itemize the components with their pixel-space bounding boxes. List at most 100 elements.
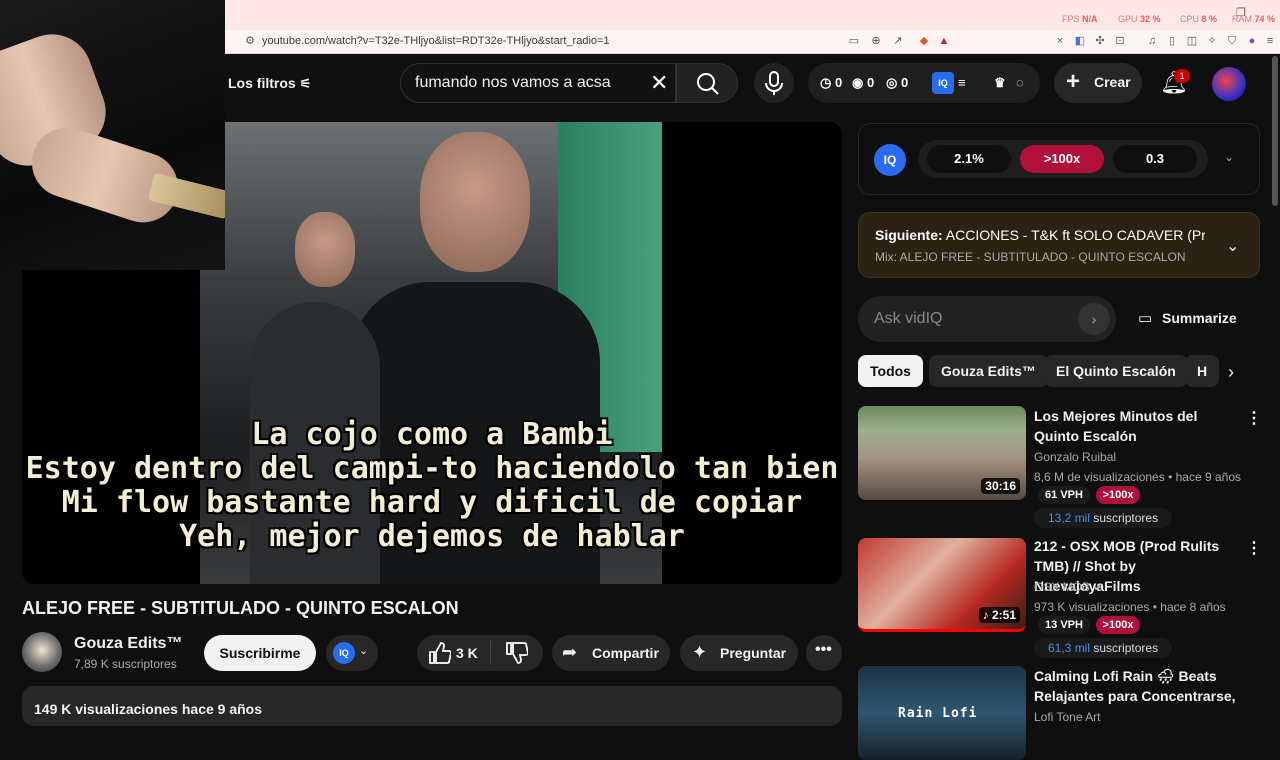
rec-views: 973 K visualizaciones [1034, 600, 1150, 614]
music-icon[interactable]: ♫ [1146, 35, 1158, 47]
window-restore-icon[interactable]: ❐ [1236, 6, 1246, 19]
perf-gpu-label: GPU [1118, 14, 1138, 24]
perf-ram-value: 74 % [1254, 14, 1276, 24]
site-info-icon[interactable]: ⚙ [244, 35, 256, 47]
rec-channel[interactable]: Gonzalo Ruibal [1034, 450, 1116, 464]
stat-views: ◉ 0 [852, 75, 874, 91]
singer-face [420, 132, 530, 272]
verified-icon: ✔ [1093, 582, 1103, 594]
chip-todos[interactable]: Todos [858, 355, 923, 387]
rec-stats: 8,6 M de visualizaciones • hace 9 años [1034, 470, 1241, 484]
thumbs-up-icon [429, 642, 452, 664]
page-scrollbar[interactable] [1272, 56, 1278, 206]
rec-subs-value: 13,2 mil [1048, 511, 1091, 525]
extension-close-icon[interactable]: × [1054, 35, 1066, 47]
perf-cpu-value: 8 % [1201, 14, 1218, 24]
clear-search-icon[interactable]: ✕ [650, 70, 668, 96]
filters-button[interactable]: Los filtros ⚟ [228, 75, 311, 92]
channel-name[interactable]: Gouza Edits™ [74, 635, 182, 653]
rec-views: 8,6 M de visualizaciones [1034, 470, 1165, 484]
rec-thumbnail[interactable]: 30:16 [858, 406, 1026, 500]
channel-avatar[interactable] [22, 632, 62, 672]
screenshot-icon[interactable]: ⊡ [1114, 35, 1126, 47]
duration-badge: 30:16 [981, 478, 1020, 494]
chip-h[interactable]: H [1185, 355, 1219, 387]
next-up-card[interactable] [858, 212, 1260, 278]
chip-gouza[interactable]: Gouza Edits™ [929, 355, 1048, 387]
summarize-button[interactable]: Summarize [1162, 310, 1237, 326]
trophy-icon[interactable]: ♛ [994, 75, 1006, 91]
sidebar-icon[interactable]: ◫ [1186, 35, 1198, 47]
vidiq-logo-icon[interactable]: IQ [932, 72, 954, 94]
install-icon[interactable]: ▭ [848, 35, 860, 47]
create-label: Crear [1094, 74, 1131, 90]
rec-channel[interactable]: OSX MOB ✔ [1034, 580, 1103, 594]
rec-subs-label: suscriptores [1093, 511, 1159, 525]
rec-title[interactable]: Los Mejores Minutos del Quinto Escalón [1034, 406, 1234, 446]
rec-thumbnail[interactable]: ♪ 2:51 [858, 538, 1026, 632]
next-prefix: Siguiente: [875, 227, 943, 243]
brave-shield-icon[interactable]: ◆ [918, 35, 930, 47]
ask-vidiq-placeholder[interactable]: Ask vidIQ [874, 310, 942, 328]
more-horizontal-icon: ••• [815, 641, 832, 658]
subtitle-line-4: Yeh, mejor dejemos de hablar [179, 519, 685, 554]
subscribe-button[interactable]: Suscribirme [204, 635, 316, 671]
zoom-icon[interactable]: ⊕ [870, 35, 882, 47]
stat-time-value: 0 [834, 75, 843, 90]
share-page-icon[interactable]: ↗ [892, 35, 904, 47]
rec-channel[interactable]: Lofi Tone Art [1034, 710, 1101, 724]
outlier-badge: >100x [1096, 486, 1140, 504]
outlier-badge: >100x [1096, 616, 1140, 634]
pin-icon[interactable]: ✧ [1206, 35, 1218, 47]
perf-cpu: CPU 8 % [1180, 14, 1217, 24]
search-query[interactable]: fumando nos vamos a acsa [415, 74, 611, 92]
sliders-icon: ⚟ [299, 76, 312, 91]
rec-more-icon[interactable]: ⋮ [1246, 538, 1262, 558]
duration-badge: ♪ 2:51 [978, 607, 1020, 623]
search-icon [697, 73, 719, 95]
stat-views-value: 0 [866, 75, 875, 90]
chevron-down-icon[interactable]: ⌄ [1226, 236, 1239, 256]
rec-stats: 973 K visualizaciones • hace 8 años [1034, 600, 1226, 614]
search-button[interactable] [676, 63, 738, 103]
voice-search-button[interactable] [754, 63, 794, 103]
shield-icon[interactable]: ⛉ [1226, 35, 1238, 47]
clock-icon: ◷ [820, 75, 832, 90]
rec-thumbnail[interactable]: Rain Lofi [858, 666, 1026, 760]
chevron-right-icon[interactable]: › [1228, 362, 1234, 383]
chat-icon[interactable]: ◌ [1016, 75, 1024, 90]
webcam-overlay [0, 0, 225, 270]
chip-quinto[interactable]: El Quinto Escalón [1044, 355, 1188, 387]
chevron-down-icon[interactable]: ⌄ [1224, 150, 1234, 164]
subtitle-line-2: Estoy dentro del campi-to haciendolo tan… [25, 451, 839, 486]
url-text[interactable]: youtube.com/watch?v=T32e-THljyo&list=RDT… [262, 35, 610, 47]
translate-icon[interactable]: ◧ [1074, 35, 1086, 47]
rec-thumb-text: Rain Lofi [898, 706, 978, 721]
mic-icon [765, 71, 783, 95]
perf-cpu-label: CPU [1180, 14, 1200, 24]
rec-subscribers: 61,3 mil suscriptores [1034, 638, 1173, 658]
vidiq-channel-button[interactable]: IQ ⌄ [326, 635, 378, 671]
book-icon[interactable]: ▭ [1138, 309, 1152, 327]
share-label: Compartir [592, 645, 659, 661]
rewards-icon[interactable]: ▲ [938, 35, 950, 47]
rec-more-icon[interactable]: ⋮ [1246, 408, 1262, 428]
ask-submit-chevron-icon[interactable]: › [1078, 303, 1110, 335]
like-count: 3 K [456, 645, 478, 661]
profile-dot-icon[interactable]: ● [1246, 35, 1258, 47]
vph-badge: 13 VPH [1038, 616, 1090, 634]
account-avatar[interactable] [1212, 67, 1246, 101]
metric-engagement: 2.1% [927, 145, 1011, 173]
reading-list-icon[interactable]: ▯ [1166, 35, 1178, 47]
puzzle-icon[interactable]: ✣ [1094, 35, 1106, 47]
thumbs-down-icon [506, 642, 529, 664]
rec-title[interactable]: Calming Lofi Rain 🌧 Beats Relajantes par… [1034, 666, 1240, 706]
like-divider [490, 641, 491, 665]
dislike-button[interactable] [504, 640, 532, 666]
chevron-down-icon: ⌄ [359, 645, 369, 657]
list-icon[interactable]: ≡ [958, 75, 966, 90]
menu-lines-icon[interactable]: ≡ [1264, 35, 1276, 47]
perf-fps-label: FPS [1062, 14, 1080, 24]
metric-score: 0.3 [1113, 145, 1197, 173]
subtitle-line-3: Mi flow bastante hard y dificil de copia… [61, 485, 803, 520]
